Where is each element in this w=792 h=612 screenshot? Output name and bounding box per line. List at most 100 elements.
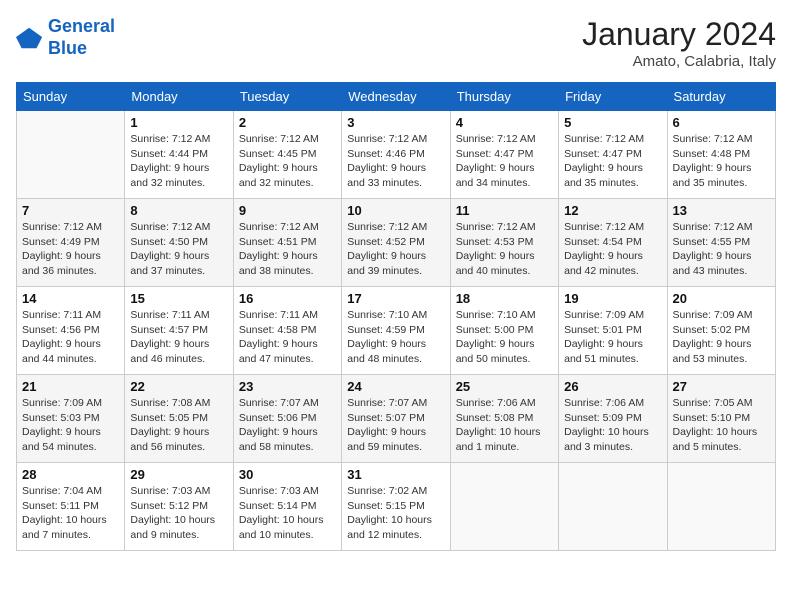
day-info: Sunrise: 7:02 AM Sunset: 5:15 PM Dayligh…	[347, 484, 444, 543]
day-number: 23	[239, 379, 336, 394]
day-number: 6	[673, 115, 770, 130]
day-cell-2: 2 Sunrise: 7:12 AM Sunset: 4:45 PM Daylig…	[233, 111, 341, 199]
day-cell-8: 8Sunrise: 7:12 AM Sunset: 4:50 PM Daylig…	[125, 199, 233, 287]
day-cell-1: 1 Sunrise: 7:12 AM Sunset: 4:44 PM Daylig…	[125, 111, 233, 199]
day-number: 5	[564, 115, 661, 130]
day-number: 26	[564, 379, 661, 394]
day-cell-21: 21 Sunrise: 7:09 AM Sunset: 5:03 PM Dayli…	[17, 375, 125, 463]
day-cell-26: 26 Sunrise: 7:06 AM Sunset: 5:09 PM Dayli…	[559, 375, 667, 463]
day-cell-11: 11 Sunrise: 7:12 AM Sunset: 4:53 PM Dayli…	[450, 199, 558, 287]
day-cell-10: 10 Sunrise: 7:12 AM Sunset: 4:52 PM Dayli…	[342, 199, 450, 287]
page-header: General Blue January 2024 Amato, Calabri…	[16, 16, 776, 70]
day-info: Sunrise: 7:12 AM Sunset: 4:54 PM Dayligh…	[564, 220, 661, 279]
header-friday: Friday	[559, 83, 667, 111]
day-number: 15	[130, 291, 227, 306]
day-number: 30	[239, 467, 336, 482]
title-block: January 2024 Amato, Calabria, Italy	[582, 16, 776, 70]
day-number: 25	[456, 379, 553, 394]
day-cell-14: 14 Sunrise: 7:11 AM Sunset: 4:56 PM Dayli…	[17, 287, 125, 375]
day-number: 13	[673, 203, 770, 218]
logo: General Blue	[16, 16, 115, 59]
day-info: Sunrise: 7:10 AM Sunset: 5:00 PM Dayligh…	[456, 308, 553, 367]
day-info: Sunrise: 7:09 AM Sunset: 5:02 PM Dayligh…	[673, 308, 770, 367]
day-cell-19: 19Sunrise: 7:09 AM Sunset: 5:01 PM Dayli…	[559, 287, 667, 375]
calendar-header-row: SundayMondayTuesdayWednesdayThursdayFrid…	[17, 83, 776, 111]
day-number: 12	[564, 203, 661, 218]
header-tuesday: Tuesday	[233, 83, 341, 111]
day-info: Sunrise: 7:08 AM Sunset: 5:05 PM Dayligh…	[130, 396, 227, 455]
empty-day	[667, 463, 775, 551]
day-info: Sunrise: 7:06 AM Sunset: 5:09 PM Dayligh…	[564, 396, 661, 455]
day-cell-27: 27 Sunrise: 7:05 AM Sunset: 5:10 PM Dayli…	[667, 375, 775, 463]
calendar-week-3: 14 Sunrise: 7:11 AM Sunset: 4:56 PM Dayli…	[17, 287, 776, 375]
day-cell-20: 20 Sunrise: 7:09 AM Sunset: 5:02 PM Dayli…	[667, 287, 775, 375]
day-number: 10	[347, 203, 444, 218]
day-info: Sunrise: 7:12 AM Sunset: 4:48 PM Dayligh…	[673, 132, 770, 191]
day-info: Sunrise: 7:11 AM Sunset: 4:58 PM Dayligh…	[239, 308, 336, 367]
day-number: 3	[347, 115, 444, 130]
day-number: 31	[347, 467, 444, 482]
day-cell-22: 22 Sunrise: 7:08 AM Sunset: 5:05 PM Dayli…	[125, 375, 233, 463]
day-cell-25: 25 Sunrise: 7:06 AM Sunset: 5:08 PM Dayli…	[450, 375, 558, 463]
day-number: 2	[239, 115, 336, 130]
day-cell-9: 9 Sunrise: 7:12 AM Sunset: 4:51 PM Daylig…	[233, 199, 341, 287]
day-number: 20	[673, 291, 770, 306]
day-cell-24: 24 Sunrise: 7:07 AM Sunset: 5:07 PM Dayli…	[342, 375, 450, 463]
day-cell-13: 13Sunrise: 7:12 AM Sunset: 4:55 PM Dayli…	[667, 199, 775, 287]
day-info: Sunrise: 7:12 AM Sunset: 4:47 PM Dayligh…	[564, 132, 661, 191]
header-wednesday: Wednesday	[342, 83, 450, 111]
logo-text: General Blue	[48, 16, 115, 59]
day-info: Sunrise: 7:12 AM Sunset: 4:44 PM Dayligh…	[130, 132, 227, 191]
logo-icon	[16, 24, 44, 52]
day-cell-28: 28 Sunrise: 7:04 AM Sunset: 5:11 PM Dayli…	[17, 463, 125, 551]
day-number: 9	[239, 203, 336, 218]
month-title: January 2024	[582, 16, 776, 53]
day-number: 17	[347, 291, 444, 306]
calendar-week-5: 28 Sunrise: 7:04 AM Sunset: 5:11 PM Dayli…	[17, 463, 776, 551]
day-number: 8	[130, 203, 227, 218]
day-number: 28	[22, 467, 119, 482]
day-cell-23: 23 Sunrise: 7:07 AM Sunset: 5:06 PM Dayli…	[233, 375, 341, 463]
day-number: 19	[564, 291, 661, 306]
empty-day	[450, 463, 558, 551]
day-number: 11	[456, 203, 553, 218]
day-number: 22	[130, 379, 227, 394]
empty-day	[559, 463, 667, 551]
day-number: 27	[673, 379, 770, 394]
day-number: 1	[130, 115, 227, 130]
day-number: 14	[22, 291, 119, 306]
calendar-table: SundayMondayTuesdayWednesdayThursdayFrid…	[16, 82, 776, 551]
day-info: Sunrise: 7:06 AM Sunset: 5:08 PM Dayligh…	[456, 396, 553, 455]
day-cell-16: 16 Sunrise: 7:11 AM Sunset: 4:58 PM Dayli…	[233, 287, 341, 375]
day-info: Sunrise: 7:12 AM Sunset: 4:46 PM Dayligh…	[347, 132, 444, 191]
day-info: Sunrise: 7:12 AM Sunset: 4:52 PM Dayligh…	[347, 220, 444, 279]
day-cell-30: 30 Sunrise: 7:03 AM Sunset: 5:14 PM Dayli…	[233, 463, 341, 551]
day-info: Sunrise: 7:12 AM Sunset: 4:45 PM Dayligh…	[239, 132, 336, 191]
day-info: Sunrise: 7:12 AM Sunset: 4:53 PM Dayligh…	[456, 220, 553, 279]
day-number: 16	[239, 291, 336, 306]
day-info: Sunrise: 7:12 AM Sunset: 4:51 PM Dayligh…	[239, 220, 336, 279]
day-number: 24	[347, 379, 444, 394]
day-info: Sunrise: 7:11 AM Sunset: 4:56 PM Dayligh…	[22, 308, 119, 367]
day-info: Sunrise: 7:12 AM Sunset: 4:49 PM Dayligh…	[22, 220, 119, 279]
day-cell-17: 17 Sunrise: 7:10 AM Sunset: 4:59 PM Dayli…	[342, 287, 450, 375]
day-info: Sunrise: 7:03 AM Sunset: 5:12 PM Dayligh…	[130, 484, 227, 543]
day-info: Sunrise: 7:07 AM Sunset: 5:06 PM Dayligh…	[239, 396, 336, 455]
day-cell-6: 6 Sunrise: 7:12 AM Sunset: 4:48 PM Daylig…	[667, 111, 775, 199]
day-number: 21	[22, 379, 119, 394]
day-cell-18: 18Sunrise: 7:10 AM Sunset: 5:00 PM Dayli…	[450, 287, 558, 375]
day-info: Sunrise: 7:10 AM Sunset: 4:59 PM Dayligh…	[347, 308, 444, 367]
day-info: Sunrise: 7:03 AM Sunset: 5:14 PM Dayligh…	[239, 484, 336, 543]
header-saturday: Saturday	[667, 83, 775, 111]
day-cell-5: 5 Sunrise: 7:12 AM Sunset: 4:47 PM Daylig…	[559, 111, 667, 199]
logo-line2: Blue	[48, 38, 87, 58]
day-info: Sunrise: 7:09 AM Sunset: 5:03 PM Dayligh…	[22, 396, 119, 455]
day-info: Sunrise: 7:04 AM Sunset: 5:11 PM Dayligh…	[22, 484, 119, 543]
day-number: 4	[456, 115, 553, 130]
day-cell-12: 12 Sunrise: 7:12 AM Sunset: 4:54 PM Dayli…	[559, 199, 667, 287]
logo-line1: General	[48, 16, 115, 36]
day-number: 7	[22, 203, 119, 218]
day-info: Sunrise: 7:05 AM Sunset: 5:10 PM Dayligh…	[673, 396, 770, 455]
day-info: Sunrise: 7:07 AM Sunset: 5:07 PM Dayligh…	[347, 396, 444, 455]
day-cell-4: 4Sunrise: 7:12 AM Sunset: 4:47 PM Daylig…	[450, 111, 558, 199]
